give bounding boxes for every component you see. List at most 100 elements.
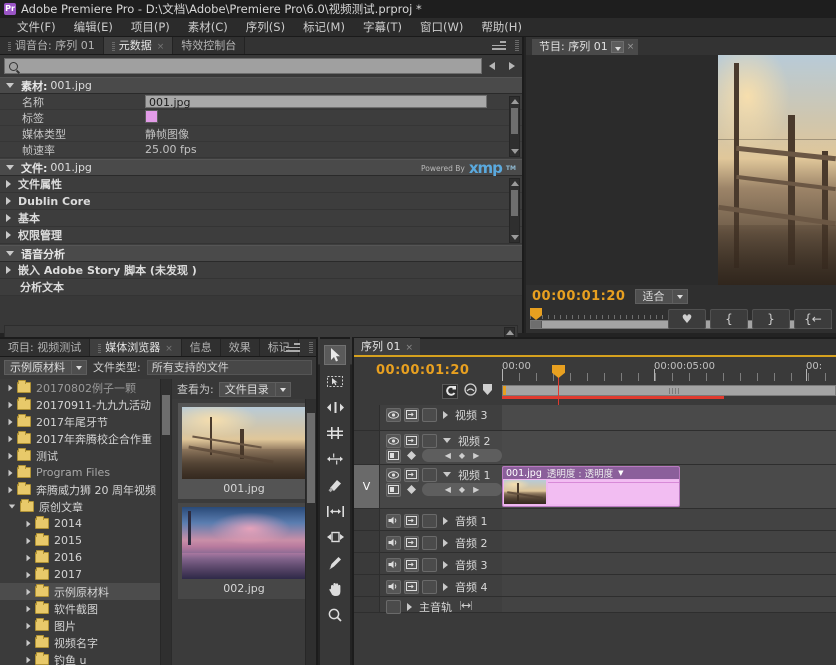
scroll-thumb[interactable] [162, 395, 170, 435]
tree-item-10[interactable]: 2016 [0, 549, 171, 566]
work-area-bar[interactable] [502, 396, 724, 399]
metadata-search-input[interactable] [4, 58, 482, 74]
zoom-scroll-thumb[interactable] [502, 385, 836, 396]
clip-section-header[interactable]: 素材: 001.jpg [0, 77, 522, 94]
chevron-down-icon[interactable] [611, 41, 624, 53]
chevron-right-icon[interactable] [27, 656, 31, 662]
chevron-right-icon[interactable] [27, 588, 31, 594]
tab-effects[interactable]: 效果 [221, 339, 260, 356]
ripple-edit-tool[interactable] [324, 397, 346, 417]
track-content[interactable] [502, 509, 836, 530]
scroll-thumb[interactable] [511, 190, 518, 216]
previous-button[interactable] [486, 59, 500, 73]
tree-item-8[interactable]: 2014 [0, 515, 171, 532]
tree-item-2[interactable]: 2017年尾牙节 [0, 413, 171, 430]
menu-sequence[interactable]: 序列(S) [237, 18, 294, 37]
previous-keyframe-icon[interactable]: ◀ [445, 485, 451, 494]
track-lock-button[interactable] [422, 580, 437, 594]
snap-toggle-button[interactable] [442, 384, 458, 399]
thumbnail-scrollbar[interactable] [305, 399, 316, 665]
scroll-down-icon[interactable] [510, 233, 519, 242]
lock-sync-icon[interactable] [404, 580, 419, 594]
track-content[interactable] [502, 431, 836, 464]
tree-item-16[interactable]: 钓鱼 u [0, 651, 171, 665]
program-monitor-image-area[interactable] [526, 55, 836, 285]
speaker-icon[interactable] [386, 580, 401, 594]
timeline-clip-001[interactable]: 001.jpg 透明度 : 透明度 ▼ [502, 466, 680, 507]
group-rights-management[interactable]: 权限管理 [0, 227, 522, 244]
eye-icon[interactable] [386, 408, 401, 422]
scroll-up-icon[interactable] [510, 97, 519, 106]
close-icon[interactable]: × [165, 344, 173, 354]
track-content[interactable] [502, 531, 836, 552]
next-keyframe-icon[interactable]: ▶ [473, 451, 479, 460]
chevron-right-icon[interactable] [443, 539, 448, 547]
add-marker-button[interactable]: ♥ [668, 309, 706, 329]
menu-marker[interactable]: 标记(M) [294, 18, 354, 37]
lock-sync-icon[interactable] [404, 514, 419, 528]
label-color-swatch[interactable] [145, 110, 158, 123]
track-header[interactable]: 音频 2 [354, 531, 502, 552]
chevron-down-icon[interactable] [443, 472, 451, 477]
close-icon[interactable]: × [406, 343, 414, 353]
lock-sync-icon[interactable] [404, 434, 419, 448]
lock-sync-icon[interactable] [404, 408, 419, 422]
source-folder-dropdown[interactable]: 示例原材料 [4, 360, 87, 375]
chevron-right-icon[interactable] [407, 603, 412, 611]
next-keyframe-icon[interactable]: ▶ [473, 485, 479, 494]
menu-title[interactable]: 字幕(T) [354, 18, 411, 37]
track-header[interactable]: 主音轨 [354, 597, 502, 612]
speaker-icon[interactable] [386, 536, 401, 550]
track-header[interactable]: 视频 2 ◀ ◆ ▶ [354, 431, 502, 464]
chevron-right-icon[interactable] [27, 639, 31, 645]
tab-audio-mixer[interactable]: 调音台: 序列 01 [0, 37, 104, 54]
track-content[interactable] [502, 597, 836, 612]
linked-selection-icon[interactable] [464, 383, 477, 399]
tree-item-12[interactable]: 示例原材料 [0, 583, 171, 600]
track-lock-button[interactable] [386, 600, 401, 614]
playhead[interactable] [558, 377, 559, 405]
speaker-icon[interactable] [386, 514, 401, 528]
chevron-right-icon[interactable] [27, 571, 31, 577]
work-area-start-handle[interactable] [503, 386, 506, 395]
lock-sync-icon[interactable] [404, 468, 419, 482]
track-header[interactable]: 音频 3 [354, 553, 502, 574]
panel-menu-icon[interactable] [492, 41, 506, 51]
chevron-right-icon[interactable] [443, 517, 448, 525]
lock-sync-icon[interactable] [404, 536, 419, 550]
tree-item-11[interactable]: 2017 [0, 566, 171, 583]
timeline-zoom-scrollbar[interactable] [502, 385, 836, 396]
selection-tool[interactable] [324, 345, 346, 365]
menu-edit[interactable]: 编辑(E) [65, 18, 122, 37]
chevron-down-icon[interactable] [443, 438, 451, 443]
chevron-right-icon[interactable] [443, 583, 448, 591]
menu-help[interactable]: 帮助(H) [472, 18, 531, 37]
rate-stretch-tool[interactable] [324, 449, 346, 469]
source-patch[interactable]: V [354, 465, 380, 508]
menu-project[interactable]: 项目(P) [122, 18, 179, 37]
tab-info[interactable]: 信息 [182, 339, 221, 356]
track-content[interactable] [502, 405, 836, 430]
keyframe-diamond-icon[interactable] [404, 449, 419, 463]
tree-item-0[interactable]: 20170802例子一颗 [0, 379, 171, 396]
scroll-thumb[interactable] [511, 108, 518, 134]
chevron-right-icon[interactable] [443, 561, 448, 569]
eye-icon[interactable] [386, 468, 401, 482]
group-file-properties[interactable]: 文件属性 [0, 176, 522, 193]
keyframe-diamond-icon[interactable] [404, 483, 419, 497]
chevron-right-icon[interactable] [9, 435, 13, 441]
chevron-right-icon[interactable] [9, 384, 13, 390]
hand-tool[interactable] [324, 579, 346, 599]
file-section-header[interactable]: 文件: 001.jpg Powered By xmp TM [0, 159, 522, 176]
track-lock-button[interactable] [422, 408, 437, 422]
track-select-tool[interactable] [324, 371, 346, 391]
razor-tool[interactable] [324, 475, 346, 495]
adobe-story-script-row[interactable]: 嵌入 Adobe Story 脚本 (未发现 ) [0, 262, 522, 279]
thumbnail-item-002[interactable]: 002.jpg [178, 503, 310, 599]
tree-item-1[interactable]: 20170911-九九九活动 [0, 396, 171, 413]
mark-in-button[interactable]: { [710, 309, 748, 329]
chevron-right-icon[interactable] [27, 537, 31, 543]
track-content[interactable] [502, 575, 836, 596]
source-patch[interactable] [354, 597, 380, 612]
add-keyframe-icon[interactable]: ◆ [459, 451, 465, 460]
